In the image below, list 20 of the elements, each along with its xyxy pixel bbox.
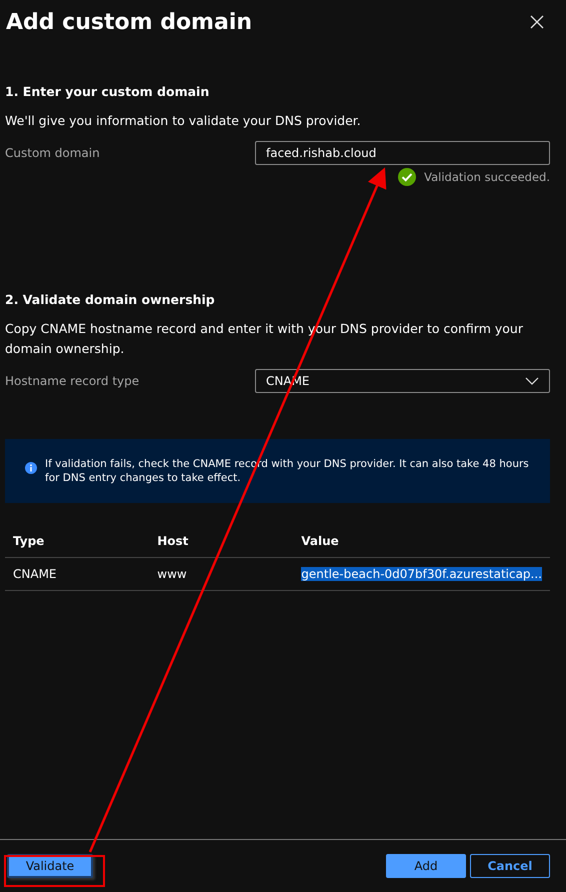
info-icon xyxy=(25,462,37,474)
column-header: Host xyxy=(149,525,294,558)
field-label: Custom domain xyxy=(5,146,101,160)
column-header: Value xyxy=(293,525,550,558)
table-cell: www xyxy=(149,558,294,590)
caret-icon xyxy=(525,377,539,385)
add-button[interactable]: Add xyxy=(386,854,466,878)
field-label: Hostname record type xyxy=(5,374,140,388)
panel-title: Add custom domain xyxy=(6,10,252,34)
column-header: Type xyxy=(5,525,150,558)
close-icon[interactable] xyxy=(530,15,544,29)
validate-button[interactable]: Validate xyxy=(7,854,93,878)
validation-message: Validation succeeded. xyxy=(424,170,550,184)
custom-domain-field[interactable]: faced.rishab.cloud xyxy=(255,141,550,165)
section-heading: 2. Validate domain ownership xyxy=(5,292,216,307)
section-description: We'll give you information to validate your DNS provider. xyxy=(5,112,362,130)
section-heading: 1. Enter your custom domain xyxy=(5,84,210,99)
cancel-button[interactable]: Cancel xyxy=(470,854,550,878)
table-cell: gentle-beach-0d07bf30f.azurestaticap... xyxy=(301,567,542,581)
table-cell: CNAME xyxy=(5,558,150,590)
